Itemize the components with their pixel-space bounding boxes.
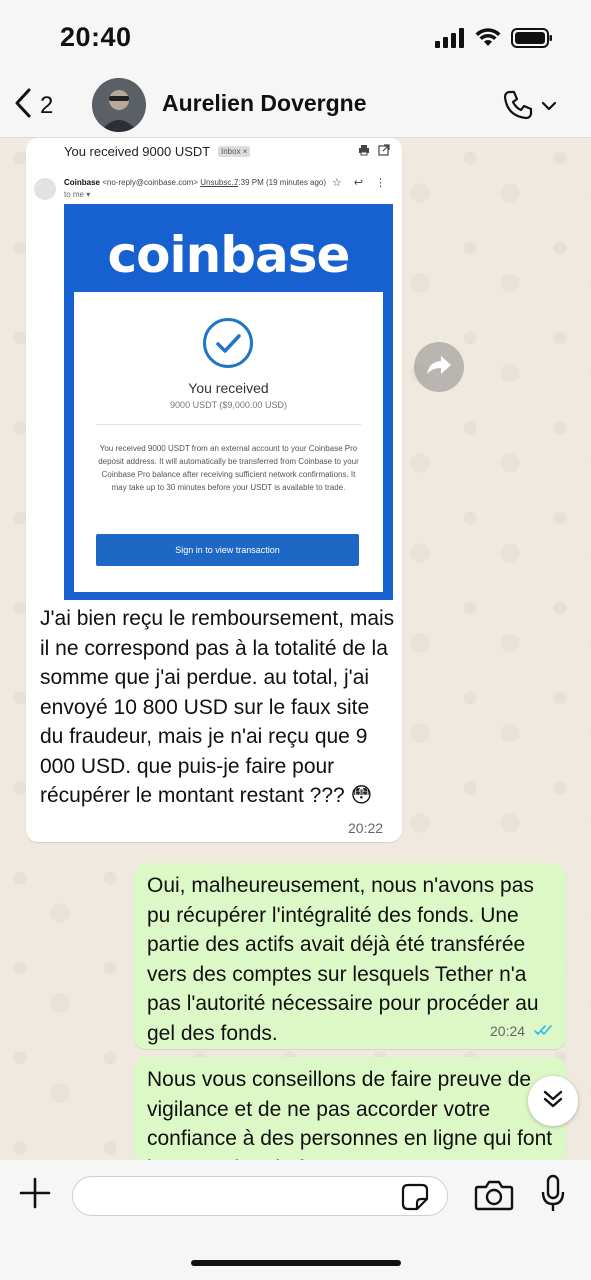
received-amount: 9000 USDT ($9,000.00 USD) — [170, 400, 287, 410]
sender-name: Coinbase — [64, 178, 101, 187]
message-input[interactable] — [72, 1176, 448, 1216]
camera-button[interactable] — [474, 1178, 514, 1217]
more-icon: ⋮ — [375, 177, 386, 189]
read-receipt-icon — [534, 1023, 554, 1042]
incoming-message[interactable]: You received 9000 USDT Inbox × Coinbase … — [26, 138, 402, 842]
reply-icon: ↩ — [353, 177, 363, 189]
unread-count: 2 — [40, 91, 54, 119]
email-body-text: You received 9000 USDT from an external … — [98, 444, 359, 492]
message-time: 20:22 — [348, 820, 384, 836]
coinbase-logo: coinbase — [107, 226, 351, 284]
message-text: Oui, malheureusement, nous n'avons pas p… — [147, 874, 539, 1045]
input-bar — [0, 1160, 591, 1280]
print-icon — [358, 144, 370, 159]
mic-button[interactable] — [540, 1174, 566, 1219]
unsubscribe-link: Unsubsc... — [200, 178, 239, 187]
sticker-button[interactable] — [400, 1182, 430, 1217]
status-icons — [435, 28, 553, 53]
email-subject: You received 9000 USDT — [64, 144, 211, 159]
battery-icon — [511, 28, 553, 53]
message-text: Nous vous conseillons de faire preuve de… — [147, 1068, 553, 1160]
coinbase-card: You received 9000 USDT ($9,000.00 USD) Y… — [74, 292, 383, 592]
scroll-to-bottom-button[interactable] — [528, 1076, 578, 1126]
status-bar: 20:40 — [0, 0, 591, 74]
home-indicator — [191, 1260, 401, 1266]
back-button[interactable]: 2 — [12, 86, 53, 125]
email-screenshot-image[interactable]: You received 9000 USDT Inbox × Coinbase … — [28, 140, 400, 602]
mic-icon — [540, 1174, 566, 1218]
coinbase-email-body: coinbase You received 9000 USDT ($9,000.… — [64, 204, 393, 600]
email-actions: ☆ ↩ ⋮ — [332, 176, 386, 189]
chevron-down-icon — [541, 99, 557, 117]
status-time: 20:40 — [60, 22, 132, 52]
outgoing-message[interactable]: Nous vous conseillons de faire preuve de… — [134, 1057, 566, 1160]
attach-button[interactable] — [16, 1174, 54, 1217]
plus-icon — [16, 1177, 54, 1216]
sender-avatar — [34, 178, 56, 200]
chat-header: 2 Aurelien Dovergne — [0, 74, 591, 138]
inbox-tag: Inbox × — [218, 146, 251, 157]
outgoing-message[interactable]: Oui, malheureusement, nous n'avons pas p… — [134, 863, 566, 1049]
signal-icon — [435, 28, 465, 53]
wifi-icon — [475, 28, 501, 53]
divider — [96, 424, 361, 425]
received-title: You received — [188, 380, 269, 396]
phone-icon — [501, 88, 535, 127]
email-to: to me ▾ — [64, 190, 91, 199]
call-button[interactable] — [501, 88, 557, 127]
contact-name[interactable]: Aurelien Dovergne — [162, 90, 367, 117]
sign-in-button: Sign in to view transaction — [96, 534, 359, 566]
star-icon: ☆ — [331, 177, 342, 189]
forward-icon — [426, 354, 452, 381]
email-time: 7:39 PM (19 minutes ago) — [234, 178, 327, 187]
sticker-icon — [400, 1183, 430, 1216]
avatar[interactable] — [92, 78, 146, 132]
sender-line: Coinbase <no-reply@coinbase.com> Unsubsc… — [64, 178, 238, 187]
camera-icon — [474, 1180, 514, 1216]
forward-button[interactable] — [414, 342, 464, 392]
message-text: J'ai bien reçu le remboursement, mais il… — [40, 607, 395, 807]
message-time: 20:24 — [490, 1023, 526, 1039]
back-chevron-icon — [12, 86, 34, 125]
check-icon — [203, 318, 253, 368]
chat-area[interactable]: You received 9000 USDT Inbox × Coinbase … — [0, 138, 591, 1160]
sender-address: <no-reply@coinbase.com> — [102, 178, 198, 187]
open-new-window-icon — [378, 144, 390, 159]
double-chevron-down-icon — [541, 1087, 565, 1116]
